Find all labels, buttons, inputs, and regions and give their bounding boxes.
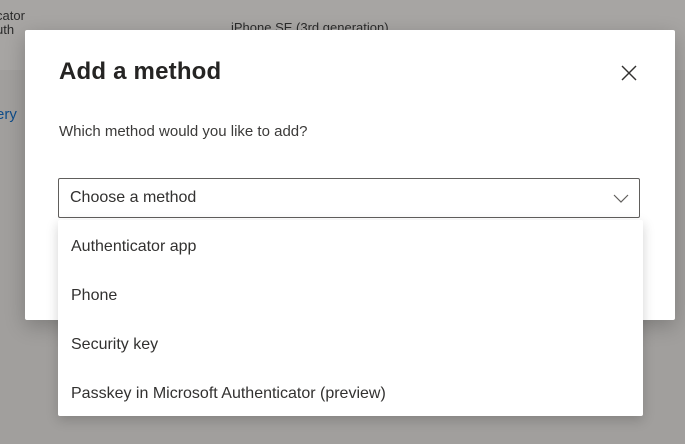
dialog-title: Add a method xyxy=(59,58,222,85)
option-security-key[interactable]: Security key xyxy=(58,320,643,369)
method-dropdown-list: Authenticator app Phone Security key Pas… xyxy=(58,220,643,416)
select-value: Choose a method xyxy=(70,189,197,206)
method-select[interactable]: Choose a method xyxy=(58,178,640,218)
background-link-fragment: ery xyxy=(0,106,17,123)
background-text-fragment: cator xyxy=(0,8,25,23)
page: cator uth iPhone SE (3rd generation) ery… xyxy=(0,0,685,444)
chevron-down-icon xyxy=(613,194,629,203)
close-button[interactable] xyxy=(618,62,640,84)
option-authenticator-app[interactable]: Authenticator app xyxy=(58,222,643,271)
dialog-prompt: Which method would you like to add? xyxy=(59,123,308,140)
option-phone[interactable]: Phone xyxy=(58,271,643,320)
option-passkey-authenticator[interactable]: Passkey in Microsoft Authenticator (prev… xyxy=(58,369,643,418)
background-text-fragment: uth xyxy=(0,22,15,37)
close-icon xyxy=(621,65,637,81)
